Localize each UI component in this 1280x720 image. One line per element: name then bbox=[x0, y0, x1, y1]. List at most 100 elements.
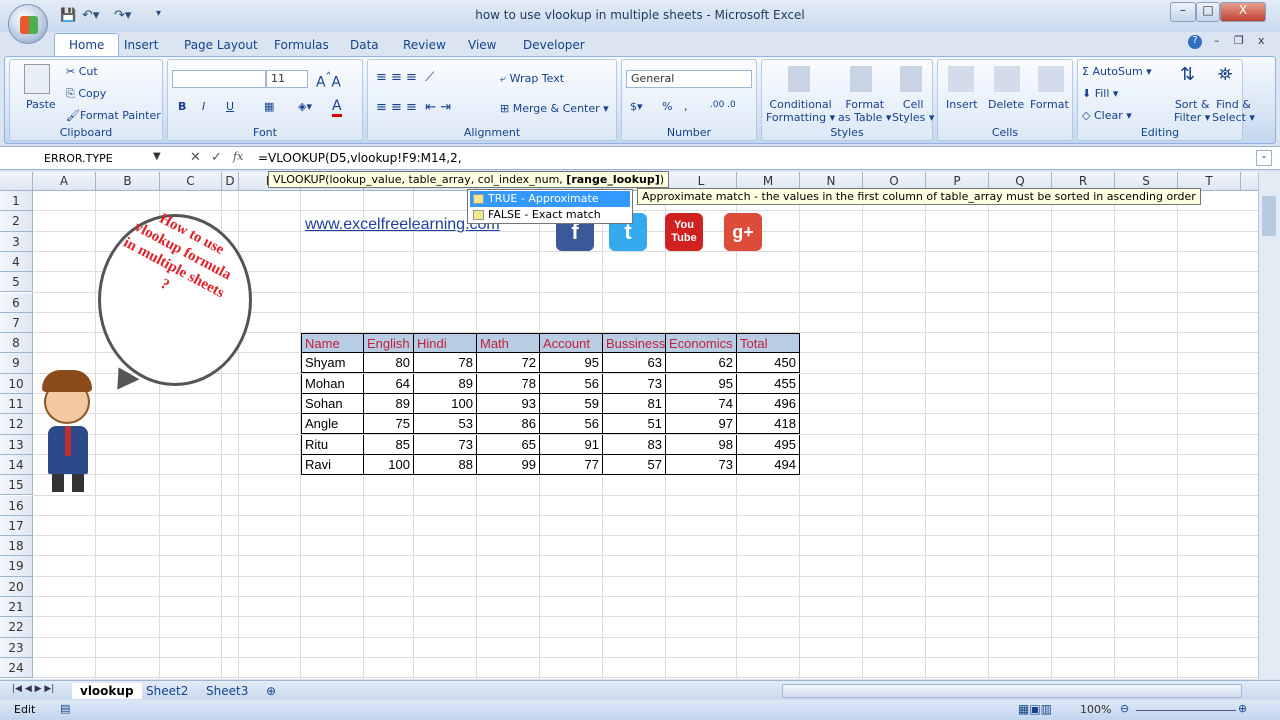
zoom-level[interactable]: 100% bbox=[1080, 703, 1111, 716]
table-header-cell[interactable]: English bbox=[364, 333, 414, 354]
row-header[interactable]: 11 bbox=[0, 394, 33, 415]
italic-button[interactable]: I bbox=[202, 100, 205, 113]
vertical-align-icons[interactable]: ≡ ≡ ≡ ⟋ bbox=[376, 70, 434, 85]
table-cell[interactable]: 78 bbox=[477, 373, 540, 394]
table-header-cell[interactable]: Math bbox=[477, 333, 540, 354]
table-cell[interactable]: Sohan bbox=[301, 394, 364, 414]
workbook-close-icon[interactable]: x bbox=[1258, 34, 1265, 47]
row-header[interactable]: 17 bbox=[0, 515, 33, 537]
table-cell[interactable]: 81 bbox=[603, 394, 666, 414]
table-header-cell[interactable]: Total bbox=[737, 333, 800, 354]
table-cell[interactable]: 100 bbox=[414, 394, 477, 414]
table-cell[interactable]: Angle bbox=[301, 414, 364, 435]
tab-home[interactable]: Home bbox=[54, 33, 120, 56]
decimal-icons[interactable]: .00 .0 bbox=[710, 100, 736, 110]
table-cell[interactable]: 98 bbox=[666, 434, 737, 455]
table-cell[interactable]: 78 bbox=[414, 353, 477, 374]
name-box-dropdown-icon[interactable]: ▼ bbox=[153, 151, 161, 162]
row-header[interactable]: 2 bbox=[0, 211, 33, 232]
row-header[interactable]: 12 bbox=[0, 414, 33, 435]
help-icon[interactable]: ? bbox=[1188, 35, 1202, 49]
autosum-button[interactable]: Σ AutoSum ▾ bbox=[1082, 65, 1152, 78]
table-cell[interactable]: 72 bbox=[477, 353, 540, 374]
horizontal-scrollbar[interactable] bbox=[782, 684, 1242, 698]
row-header[interactable]: 24 bbox=[0, 657, 33, 679]
table-cell[interactable]: Ravi bbox=[301, 454, 364, 475]
table-cell[interactable]: 77 bbox=[540, 454, 603, 475]
ribbon-restore-icon[interactable]: ❐ bbox=[1234, 34, 1244, 47]
zoom-out-icon[interactable]: ⊖ bbox=[1120, 702, 1129, 715]
formula-input[interactable]: =VLOOKUP(D5,vlookup!F9:M14,2, bbox=[258, 151, 462, 165]
table-cell[interactable]: 73 bbox=[603, 373, 666, 394]
row-header[interactable]: 23 bbox=[0, 637, 33, 658]
row-header[interactable]: 18 bbox=[0, 536, 33, 557]
option-false[interactable]: FALSE - Exact match bbox=[470, 207, 630, 223]
accounting-icon[interactable]: $▾ bbox=[630, 100, 643, 113]
sheet-tab-sheet3[interactable]: Sheet3 bbox=[198, 683, 256, 699]
row-header[interactable]: 21 bbox=[0, 597, 33, 618]
table-cell[interactable]: 73 bbox=[414, 434, 477, 455]
clear-button[interactable]: ◇ Clear ▾ bbox=[1082, 109, 1132, 122]
sheet-tab-sheet2[interactable]: Sheet2 bbox=[138, 683, 196, 699]
undo-icon[interactable]: ↶▾ bbox=[82, 8, 99, 23]
percent-button[interactable]: % bbox=[662, 100, 672, 113]
row-header[interactable]: 22 bbox=[0, 617, 33, 638]
table-cell[interactable]: 91 bbox=[540, 434, 603, 455]
tab-review[interactable]: Review bbox=[395, 36, 454, 54]
table-cell[interactable]: 495 bbox=[737, 434, 800, 455]
number-format-select[interactable]: General bbox=[626, 70, 752, 88]
cancel-icon[interactable]: ✕ bbox=[190, 150, 201, 165]
tab-data[interactable]: Data bbox=[342, 36, 387, 54]
select-all-button[interactable] bbox=[0, 172, 33, 191]
font-name-select[interactable] bbox=[172, 70, 266, 88]
table-cell[interactable]: 53 bbox=[414, 414, 477, 435]
find-select-button[interactable]: Find & Select ▾ bbox=[1212, 98, 1255, 124]
table-cell[interactable]: 496 bbox=[737, 394, 800, 414]
sort-filter-button[interactable]: Sort & Filter ▾ bbox=[1174, 98, 1210, 124]
table-cell[interactable]: 100 bbox=[364, 454, 414, 475]
conditional-formatting-button[interactable]: Conditional Formatting ▾ bbox=[766, 98, 835, 124]
row-header[interactable]: 1 bbox=[0, 191, 33, 212]
insert-sheet-icon[interactable]: ⊕ bbox=[258, 683, 284, 699]
customize-qat-icon[interactable]: ▾ bbox=[156, 8, 161, 19]
row-header[interactable]: 14 bbox=[0, 454, 33, 476]
delete-button[interactable]: Delete bbox=[988, 98, 1024, 111]
table-cell[interactable]: 494 bbox=[737, 454, 800, 475]
enter-icon[interactable]: ✓ bbox=[211, 150, 222, 165]
fill-button[interactable]: ⬇ Fill ▾ bbox=[1082, 87, 1118, 100]
save-icon[interactable]: 💾 bbox=[60, 8, 76, 23]
row-header[interactable]: 3 bbox=[0, 231, 33, 252]
table-cell[interactable]: 75 bbox=[364, 414, 414, 435]
table-header-cell[interactable]: Hindi bbox=[414, 333, 477, 354]
copy-button[interactable]: ⎘ Copy bbox=[66, 87, 106, 101]
table-cell[interactable]: Mohan bbox=[301, 373, 364, 394]
table-cell[interactable]: 59 bbox=[540, 394, 603, 414]
format-as-table-button[interactable]: Format as Table ▾ bbox=[838, 98, 891, 124]
grow-font-icon[interactable]: A˄A bbox=[316, 70, 341, 91]
table-cell[interactable]: 56 bbox=[540, 414, 603, 435]
minimize-button[interactable]: – bbox=[1170, 2, 1196, 22]
bold-button[interactable]: B bbox=[178, 100, 186, 113]
cell-styles-button[interactable]: Cell Styles ▾ bbox=[892, 98, 934, 124]
table-cell[interactable]: Ritu bbox=[301, 434, 364, 455]
zoom-slider[interactable] bbox=[1136, 710, 1236, 711]
row-header[interactable]: 19 bbox=[0, 556, 33, 577]
row-header[interactable]: 5 bbox=[0, 272, 33, 293]
paste-button[interactable]: Paste bbox=[26, 98, 56, 111]
table-cell[interactable]: Shyam bbox=[301, 353, 364, 374]
horizontal-align-icons[interactable]: ≡ ≡ ≡ ⇤ ⇥ bbox=[376, 100, 451, 115]
redo-icon[interactable]: ↷▾ bbox=[114, 8, 131, 23]
row-header[interactable]: 9 bbox=[0, 353, 33, 374]
row-header[interactable]: 6 bbox=[0, 292, 33, 313]
table-cell[interactable]: 74 bbox=[666, 394, 737, 414]
row-header[interactable]: 10 bbox=[0, 373, 33, 394]
insert-function-button[interactable]: fx bbox=[233, 150, 243, 163]
table-cell[interactable]: 455 bbox=[737, 373, 800, 394]
tab-view[interactable]: View bbox=[460, 36, 504, 54]
table-cell[interactable]: 73 bbox=[666, 454, 737, 475]
wrap-text-button[interactable]: ⤶ Wrap Text bbox=[500, 72, 564, 86]
sheet-tab-vlookup[interactable]: vlookup bbox=[72, 683, 142, 699]
row-header[interactable]: 16 bbox=[0, 495, 33, 516]
tab-page-layout[interactable]: Page Layout bbox=[176, 36, 266, 54]
table-cell[interactable]: 80 bbox=[364, 353, 414, 374]
